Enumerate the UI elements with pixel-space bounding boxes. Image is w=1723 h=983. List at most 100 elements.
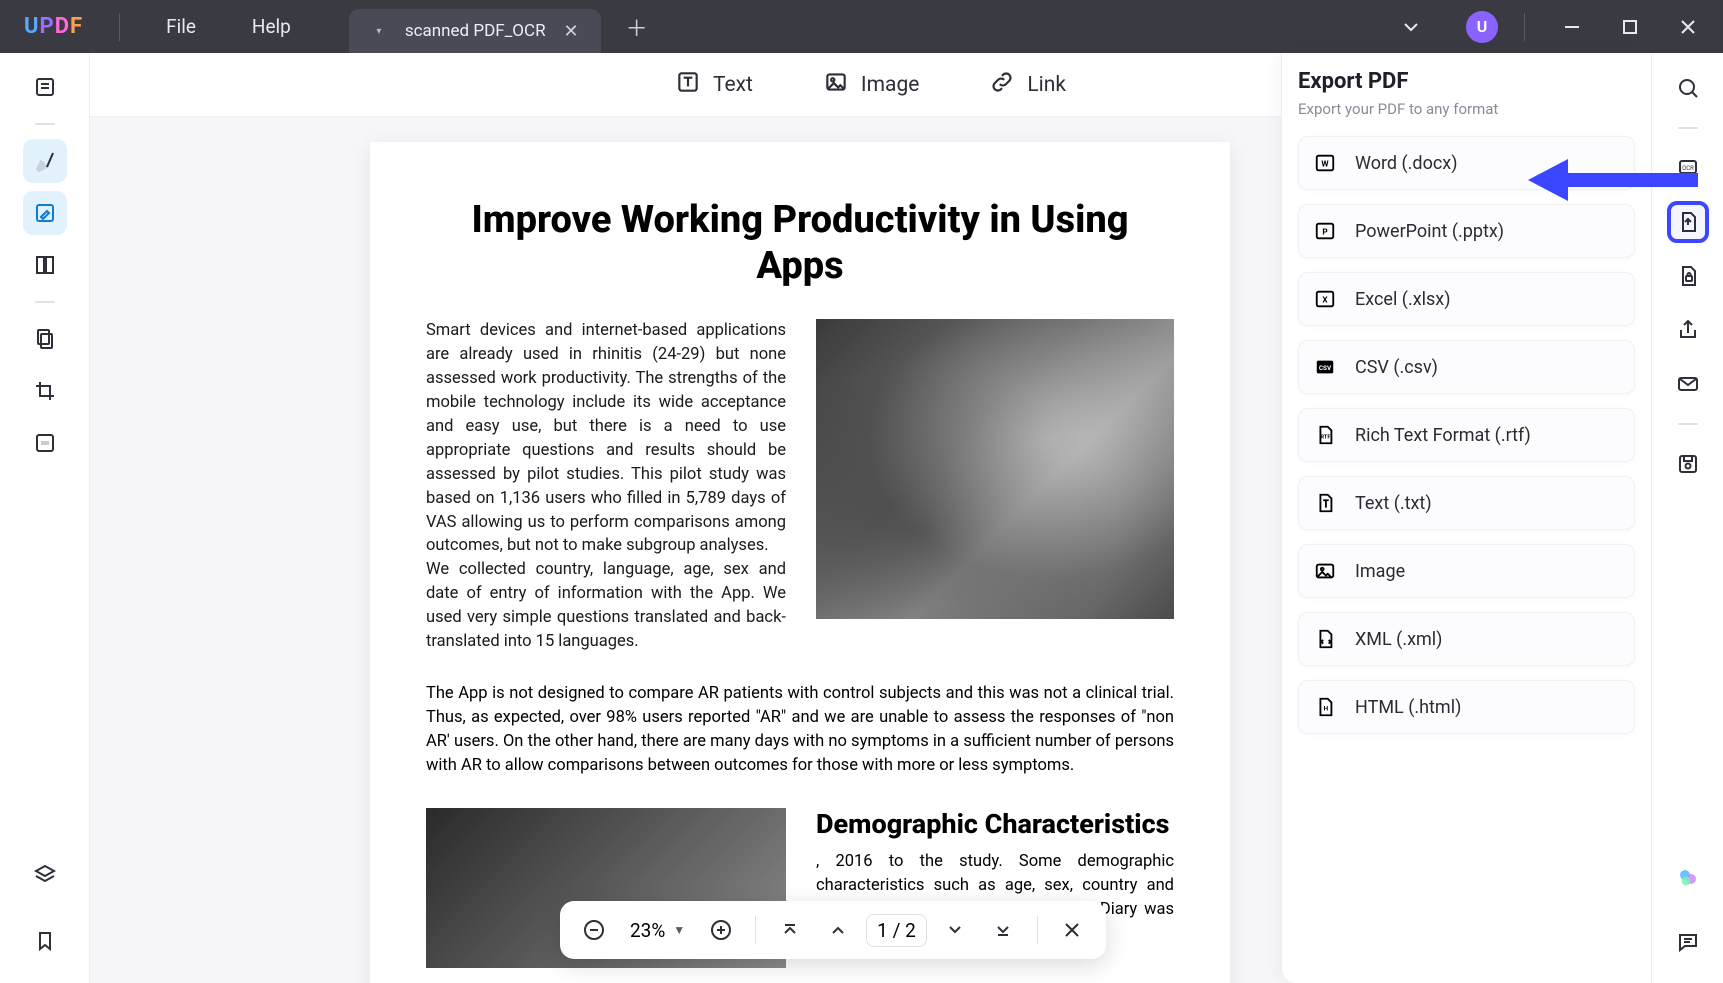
first-page-button[interactable] <box>770 910 810 950</box>
ai-assistant-icon[interactable] <box>1667 857 1709 899</box>
doc-image-top <box>816 319 1174 619</box>
tab-document[interactable]: ▾ scanned PDF_OCR ✕ <box>349 9 601 53</box>
page-number-field[interactable]: 1 / 2 <box>866 914 927 947</box>
page-number-text: 1 / 2 <box>877 919 916 942</box>
export-powerpoint[interactable]: P PowerPoint (.pptx) <box>1298 204 1635 258</box>
zoom-out-button[interactable] <box>574 910 614 950</box>
zoom-dropdown-icon[interactable]: ▼ <box>673 923 685 937</box>
tab-bar: ▾ scanned PDF_OCR ✕ ＋ <box>349 0 651 53</box>
comment-icon[interactable] <box>1667 921 1709 963</box>
layers-icon[interactable] <box>23 853 67 897</box>
new-tab-button[interactable]: ＋ <box>623 11 651 43</box>
svg-text:RTF: RTF <box>1321 435 1331 441</box>
last-page-button[interactable] <box>983 910 1023 950</box>
maximize-button[interactable] <box>1601 1 1659 53</box>
export-rtf-label: Rich Text Format (.rtf) <box>1355 425 1531 446</box>
export-txt-label: Text (.txt) <box>1355 493 1432 514</box>
export-panel: Export PDF Export your PDF to any format… <box>1281 53 1651 983</box>
separator <box>1037 916 1038 944</box>
reader-mode-icon[interactable] <box>23 65 67 109</box>
powerpoint-icon: P <box>1313 219 1337 243</box>
page-control-bar: 23% ▼ 1 / 2 <box>560 901 1106 959</box>
menu-help[interactable]: Help <box>224 15 319 38</box>
export-xml[interactable]: XML (.xml) <box>1298 612 1635 666</box>
svg-text:W: W <box>1321 160 1329 170</box>
export-html[interactable]: H HTML (.html) <box>1298 680 1635 734</box>
prev-page-button[interactable] <box>818 910 858 950</box>
close-window-button[interactable] <box>1659 1 1717 53</box>
next-page-button[interactable] <box>935 910 975 950</box>
main-area: Text Image Link Improve Working Producti… <box>0 53 1723 983</box>
image-icon <box>1313 559 1337 583</box>
email-icon[interactable] <box>1667 363 1709 405</box>
zoom-value[interactable]: 23% ▼ <box>622 919 693 942</box>
text-tool-icon <box>675 69 701 101</box>
separator <box>755 916 756 944</box>
edit-link-button[interactable]: Link <box>989 69 1066 101</box>
redact-icon[interactable] <box>23 421 67 465</box>
export-image[interactable]: Image <box>1298 544 1635 598</box>
tab-dropdown-icon[interactable]: ▾ <box>371 23 387 39</box>
edit-text-label: Text <box>713 73 753 97</box>
app-logo: UPDF <box>0 14 101 39</box>
menu-file[interactable]: File <box>138 15 224 38</box>
export-powerpoint-label: PowerPoint (.pptx) <box>1355 221 1504 242</box>
left-toolbar <box>0 53 90 983</box>
separator <box>119 13 120 41</box>
crop-icon[interactable] <box>23 369 67 413</box>
share-icon[interactable] <box>1667 309 1709 351</box>
export-csv[interactable]: CSV CSV (.csv) <box>1298 340 1635 394</box>
edit-mode-icon[interactable] <box>23 191 67 235</box>
export-pdf-icon[interactable] <box>1667 201 1709 243</box>
bookmark-icon[interactable] <box>23 919 67 963</box>
protect-icon[interactable] <box>1667 255 1709 297</box>
save-icon[interactable] <box>1667 443 1709 485</box>
image-tool-icon <box>823 69 849 101</box>
right-toolbar: OCR <box>1651 53 1723 983</box>
word-icon: W <box>1313 151 1337 175</box>
separator <box>1678 127 1698 129</box>
chevron-down-icon[interactable] <box>1382 1 1440 53</box>
export-excel[interactable]: X Excel (.xlsx) <box>1298 272 1635 326</box>
export-html-label: HTML (.html) <box>1355 697 1461 718</box>
export-word[interactable]: W Word (.docx) <box>1298 136 1635 190</box>
document-area: Text Image Link Improve Working Producti… <box>90 53 1651 983</box>
edit-image-label: Image <box>861 73 919 97</box>
window-controls <box>1543 1 1723 53</box>
highlight-icon[interactable] <box>23 139 67 183</box>
doc-subheading: Demographic Characteristics <box>816 808 1174 840</box>
edit-image-button[interactable]: Image <box>823 69 919 101</box>
titlebar: UPDF File Help ▾ scanned PDF_OCR ✕ ＋ U <box>0 0 1723 53</box>
csv-icon: CSV <box>1313 355 1337 379</box>
user-avatar[interactable]: U <box>1466 11 1498 43</box>
rtf-icon: RTF <box>1313 423 1337 447</box>
export-csv-label: CSV (.csv) <box>1355 357 1438 378</box>
page-layout-icon[interactable] <box>23 243 67 287</box>
svg-text:H: H <box>1324 705 1329 713</box>
close-tab-icon[interactable]: ✕ <box>564 21 579 42</box>
search-icon[interactable] <box>1667 67 1709 109</box>
export-xml-label: XML (.xml) <box>1355 629 1442 650</box>
export-excel-label: Excel (.xlsx) <box>1355 289 1451 310</box>
tab-title: scanned PDF_OCR <box>405 21 546 41</box>
minimize-button[interactable] <box>1543 1 1601 53</box>
doc-para1: Smart devices and internet-based applica… <box>426 321 786 555</box>
doc-para2: We collected country, language, age, sex… <box>426 560 786 651</box>
export-txt[interactable]: Text (.txt) <box>1298 476 1635 530</box>
pdf-page: Improve Working Productivity in Using Ap… <box>370 142 1230 983</box>
edit-text-button[interactable]: Text <box>675 69 753 101</box>
txt-icon <box>1313 491 1337 515</box>
export-title: Export PDF <box>1298 69 1635 94</box>
excel-icon: X <box>1313 287 1337 311</box>
doc-title: Improve Working Productivity in Using Ap… <box>426 198 1174 289</box>
ocr-icon[interactable]: OCR <box>1667 147 1709 189</box>
close-bar-button[interactable] <box>1052 910 1092 950</box>
export-rtf[interactable]: RTF Rich Text Format (.rtf) <box>1298 408 1635 462</box>
separator <box>35 123 55 125</box>
export-image-label: Image <box>1355 561 1405 582</box>
zoom-in-button[interactable] <box>701 910 741 950</box>
export-word-label: Word (.docx) <box>1355 153 1457 174</box>
organize-pages-icon[interactable] <box>23 317 67 361</box>
doc-column-left: Smart devices and internet-based applica… <box>426 319 786 654</box>
separator <box>1524 13 1525 41</box>
